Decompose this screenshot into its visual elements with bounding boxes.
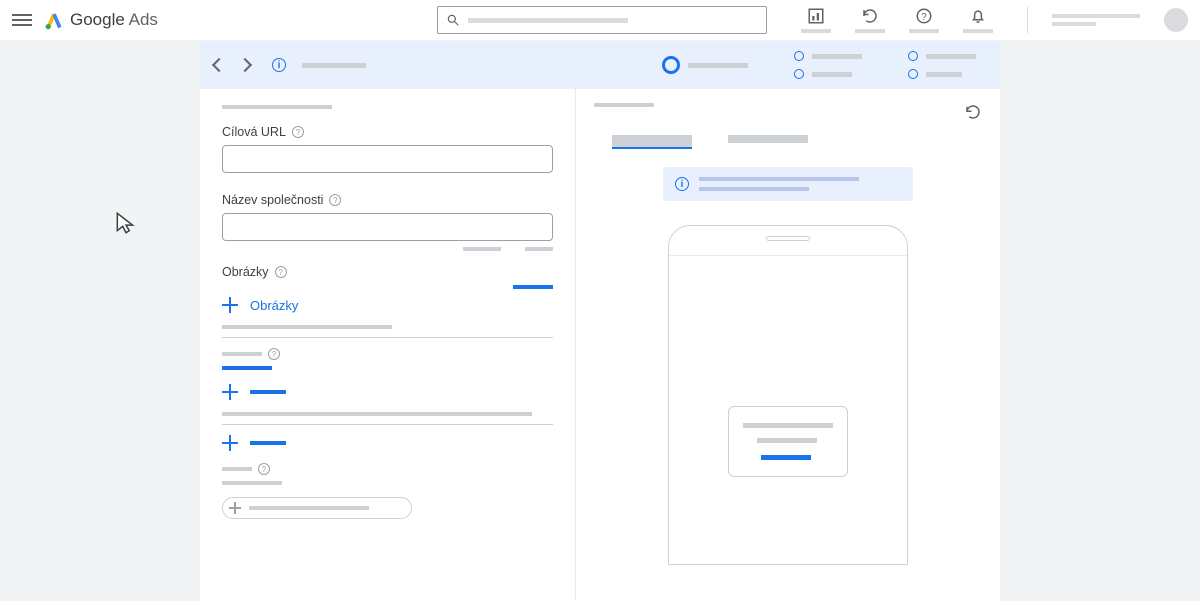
refresh-button[interactable] [855,7,885,33]
preview-refresh-button[interactable] [964,103,982,121]
ad-form: Cílová URL? Název společnosti? Obrázky? … [200,89,575,601]
url-label: Cílová URL? [222,125,553,139]
avatar[interactable] [1164,8,1188,32]
section-label-2: ? [222,463,553,475]
add-images-button[interactable]: Obrázky [222,297,553,313]
plus-icon [222,435,238,451]
help-icon[interactable]: ? [268,348,280,360]
svg-text:?: ? [921,12,927,23]
ad-preview-card [728,406,848,477]
preview-tab-2[interactable] [728,135,808,143]
hamburger-menu-icon[interactable] [12,14,32,26]
step-2[interactable] [794,51,862,79]
step-current [662,56,748,74]
bell-icon [969,7,987,25]
plus-icon [222,384,238,400]
add-item-button-2[interactable] [222,435,553,451]
url-input[interactable] [222,145,553,173]
plus-icon [222,297,238,313]
step-3[interactable] [908,51,976,79]
search-input[interactable] [437,6,767,34]
preview-panel: i [575,89,1000,601]
reports-icon [807,7,825,25]
help-icon[interactable]: ? [292,126,304,138]
help-icon: ? [915,7,933,25]
back-button[interactable] [212,58,226,72]
plus-icon [229,502,241,514]
section-label: ? [222,348,553,360]
search-icon [446,13,460,27]
company-input[interactable] [222,213,553,241]
phone-mockup [668,225,908,565]
preview-tab-1[interactable] [612,135,692,149]
help-icon[interactable]: ? [258,463,270,475]
refresh-icon [861,7,879,25]
add-item-button[interactable] [222,384,553,400]
notifications-button[interactable] [963,7,993,33]
help-button[interactable]: ? [909,7,939,33]
info-icon: i [675,177,689,191]
stepper-bar: i [200,41,1000,89]
preview-notice: i [663,167,913,201]
company-label: Název společnosti? [222,193,553,207]
brand-text: Google Ads [70,10,158,30]
google-ads-logo-icon [44,10,64,30]
help-icon[interactable]: ? [275,266,287,278]
help-icon[interactable]: ? [329,194,341,206]
account-switcher[interactable] [1052,14,1140,26]
logo: Google Ads [44,10,158,30]
forward-button[interactable] [238,58,252,72]
images-label: Obrázky? [222,265,553,279]
chip-input[interactable] [222,497,412,519]
reports-button[interactable] [801,7,831,33]
info-icon[interactable]: i [272,58,286,72]
